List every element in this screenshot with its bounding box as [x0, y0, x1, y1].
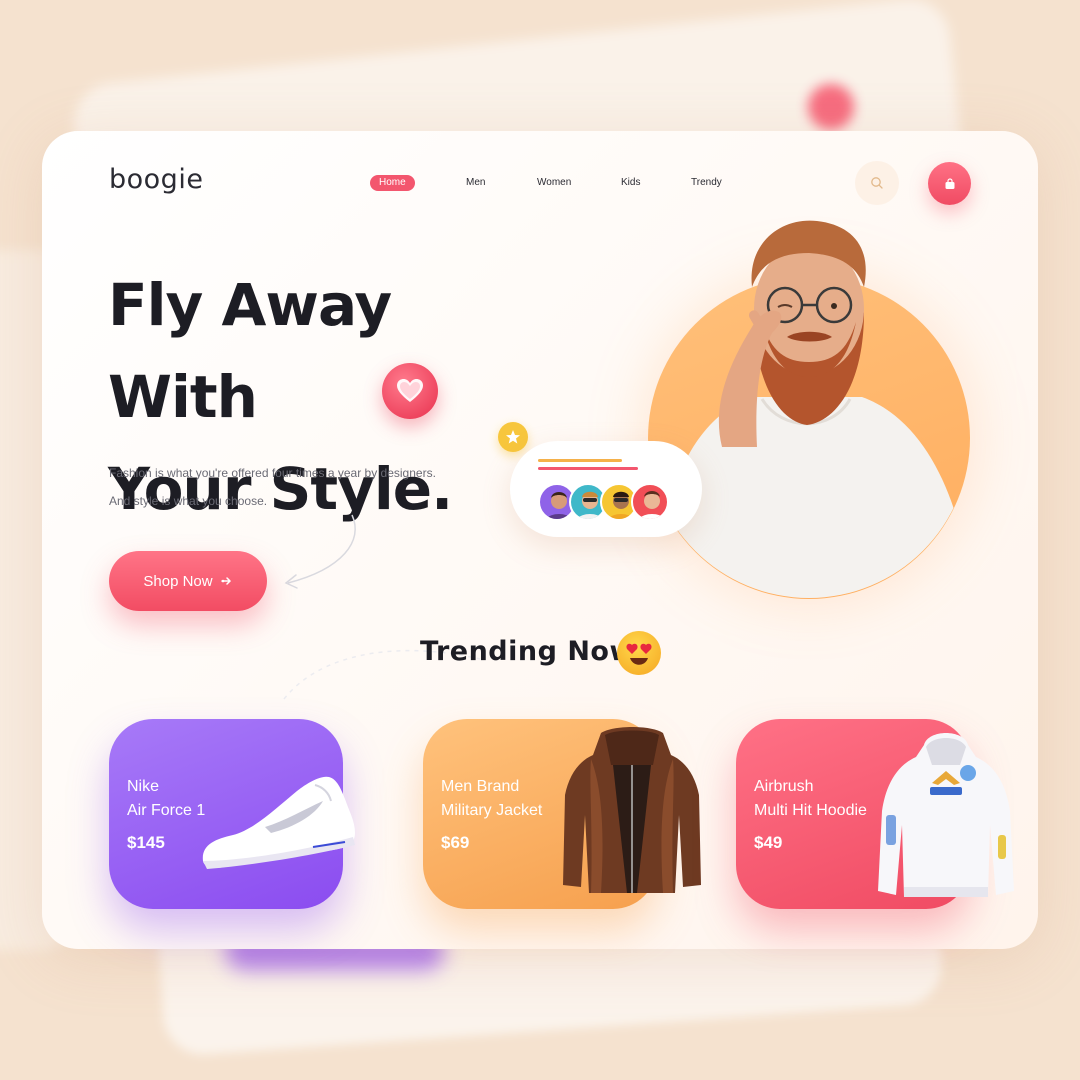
trending-title: Trending Now	[420, 636, 635, 667]
product-card[interactable]: Men Brand Military Jacket $69	[423, 719, 701, 909]
sneaker-icon	[202, 776, 355, 869]
product-card[interactable]: Nike Air Force 1 $145	[109, 719, 355, 909]
hero-model-image	[652, 220, 970, 598]
search-button[interactable]	[855, 161, 899, 205]
shop-now-label: Shop Now	[143, 572, 213, 590]
nav-item-kids[interactable]: Kids	[621, 175, 640, 191]
shop-now-button[interactable]: Shop Now	[109, 551, 267, 611]
nav-item-trendy[interactable]: Trendy	[691, 175, 722, 191]
rating-bar	[538, 459, 622, 462]
nav-item-men[interactable]: Men	[466, 175, 485, 191]
hero-description: Fashion is what you're offered four time…	[109, 459, 489, 515]
product-card[interactable]: Airbrush Multi Hit Hoodie $49	[736, 719, 1014, 909]
shopping-bag-icon	[945, 177, 954, 189]
avatar	[631, 483, 669, 521]
star-icon	[498, 422, 528, 452]
product-price: $49	[754, 833, 783, 852]
background-dot	[808, 84, 854, 130]
cart-button[interactable]	[928, 162, 971, 205]
jacket-icon	[563, 727, 701, 893]
search-icon	[871, 177, 883, 189]
avatar-group	[538, 483, 669, 521]
hero-title-line1: Fly Away With	[108, 271, 392, 431]
hoodie-icon	[878, 733, 1014, 897]
arrow-right-icon	[220, 577, 231, 585]
nav-item-home[interactable]: Home	[370, 175, 415, 191]
rating-bar	[538, 467, 638, 470]
nav-item-women[interactable]: Women	[537, 175, 571, 191]
heart-eyes-emoji-icon	[617, 631, 661, 675]
main-card: boogie Home Men Women Kids Trendy Fly Aw…	[42, 131, 1038, 949]
heart-icon	[382, 363, 438, 419]
hero-description-line1: Fashion is what you're offered four time…	[109, 466, 436, 480]
product-price: $145	[127, 833, 165, 852]
customer-reviews-card	[510, 441, 702, 537]
product-price: $69	[441, 833, 470, 852]
decorative-arrow	[284, 514, 356, 589]
